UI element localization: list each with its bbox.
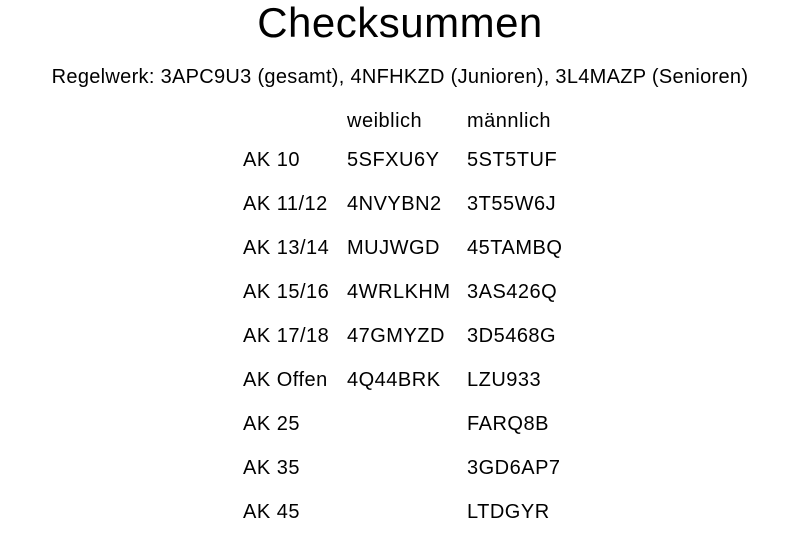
page-title: Checksummen: [257, 0, 543, 46]
female-checksum-cell: [344, 490, 464, 534]
age-class-cell: AK Offen: [243, 368, 328, 391]
table-row: AK 35 3GD6AP7: [240, 446, 586, 490]
female-checksum-cell: 4WRLKHM: [347, 281, 451, 304]
table-row: AK Offen 4Q44BRK LZU933: [240, 358, 586, 402]
female-checksum-cell: MUJWGD: [347, 237, 440, 260]
table-row: AK 11/12 4NVYBN2 3T55W6J: [240, 183, 586, 227]
male-checksum-cell: 3D5468G: [467, 325, 557, 347]
male-checksum-cell: 5ST5TUF: [467, 149, 558, 172]
age-class-cell: AK 13/14: [243, 237, 330, 260]
female-checksum-cell: 47GMYZD: [347, 325, 445, 347]
header-male: männlich: [467, 110, 552, 132]
age-class-cell: AK 17/18: [243, 325, 330, 347]
female-checksum-cell: 4Q44BRK: [347, 368, 441, 391]
female-checksum-cell: 5SFXU6Y: [347, 149, 440, 172]
table-row: AK 17/18 47GMYZD 3D5468G: [240, 315, 586, 359]
table-header-row: weiblich männlich: [240, 104, 586, 139]
male-checksum-cell: 3T55W6J: [467, 193, 557, 216]
table-row: AK 15/16 4WRLKHM 3AS426Q: [240, 271, 586, 315]
age-class-cell: AK 15/16: [243, 281, 330, 304]
male-checksum-cell: FARQ8B: [467, 412, 549, 435]
age-class-cell: AK 45: [243, 500, 300, 523]
age-class-cell: AK 11/12: [243, 193, 328, 216]
rules-checksum-line: Regelwerk: 3APC9U3 (gesamt), 4NFHKZD (Ju…: [51, 66, 749, 88]
male-checksum-cell: 3GD6AP7: [467, 456, 561, 479]
male-checksum-cell: 3AS426Q: [467, 281, 558, 304]
table-row: AK 25 FARQ8B: [240, 402, 586, 446]
female-checksum-cell: [344, 402, 464, 446]
table-row: AK 13/14 MUJWGD 45TAMBQ: [240, 227, 586, 271]
age-class-cell: AK 25: [243, 412, 300, 435]
male-checksum-cell: LZU933: [467, 368, 542, 391]
header-age-class: [240, 104, 344, 139]
age-class-cell: AK 35: [243, 456, 300, 479]
age-class-cell: AK 10: [243, 149, 300, 172]
male-checksum-cell: LTDGYR: [467, 500, 550, 523]
female-checksum-cell: 4NVYBN2: [347, 193, 442, 216]
female-checksum-cell: [344, 446, 464, 490]
checksum-table: weiblich männlich AK 10 5SFXU6Y 5ST5TUF …: [240, 104, 586, 534]
header-female: weiblich: [347, 110, 423, 132]
male-checksum-cell: 45TAMBQ: [467, 237, 563, 260]
table-row: AK 45 LTDGYR: [240, 490, 586, 534]
table-row: AK 10 5SFXU6Y 5ST5TUF: [240, 139, 586, 183]
